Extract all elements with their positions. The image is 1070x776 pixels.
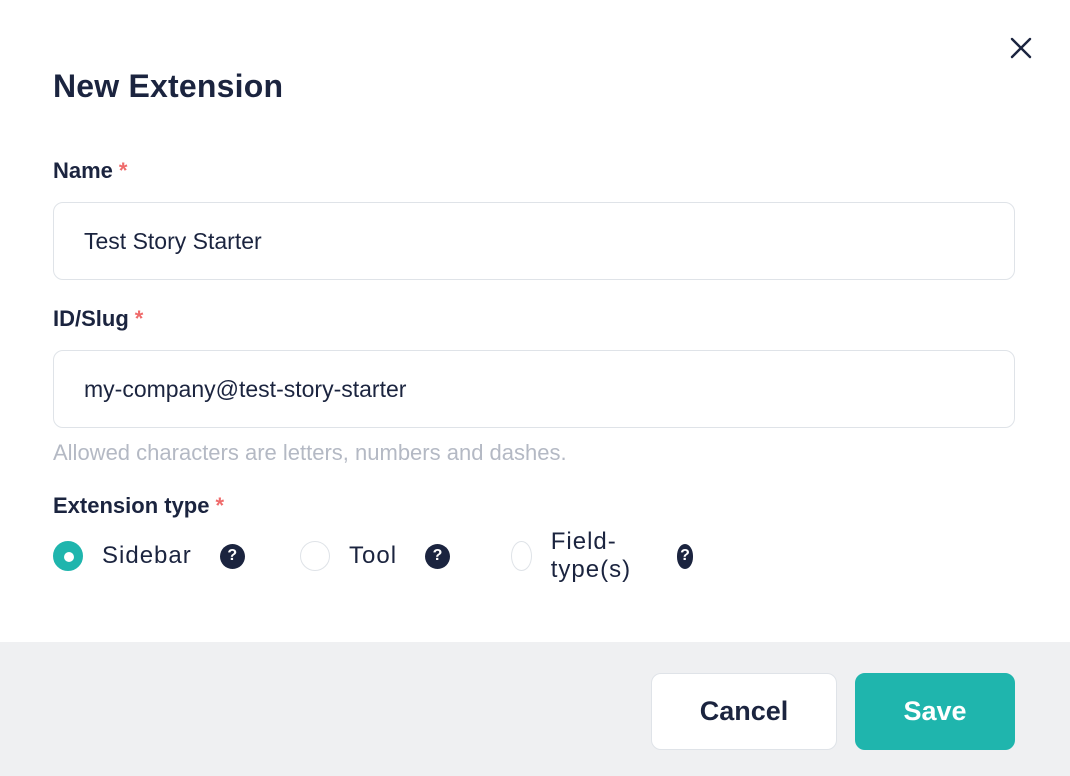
- save-button[interactable]: Save: [855, 673, 1015, 750]
- slug-label-text: ID/Slug: [53, 306, 129, 331]
- close-icon: [1010, 37, 1032, 59]
- name-required-mark: *: [118, 158, 128, 183]
- radio-button-tool[interactable]: [300, 541, 330, 571]
- help-icon[interactable]: ?: [219, 543, 245, 569]
- radio-label-field-types[interactable]: Field-type(s): [551, 528, 649, 584]
- radio-label-tool[interactable]: Tool: [349, 542, 397, 570]
- radio-button-field-types[interactable]: [511, 541, 532, 571]
- name-field[interactable]: [53, 202, 1015, 280]
- help-icon[interactable]: ?: [676, 543, 694, 569]
- extension-type-required-mark: *: [215, 493, 225, 518]
- extension-type-label: Extension type *: [53, 493, 224, 519]
- help-icon[interactable]: ?: [425, 543, 451, 569]
- slug-required-mark: *: [134, 306, 144, 331]
- dialog-footer: Cancel Save: [0, 642, 1070, 776]
- radio-option-sidebar[interactable]: Sidebar ?: [53, 541, 245, 571]
- slug-field[interactable]: [53, 350, 1015, 428]
- radio-option-field-types[interactable]: Field-type(s) ?: [511, 528, 694, 584]
- new-extension-dialog: New Extension Name* ID/Slug* Allowed cha…: [0, 0, 1070, 776]
- slug-input[interactable]: [84, 375, 1014, 403]
- cancel-button[interactable]: Cancel: [651, 673, 837, 750]
- slug-hint: Allowed characters are letters, numbers …: [53, 440, 567, 465]
- radio-option-tool[interactable]: Tool ?: [300, 541, 451, 571]
- extension-type-label-text: Extension type: [53, 493, 210, 518]
- close-button[interactable]: [1005, 32, 1037, 64]
- radio-label-sidebar[interactable]: Sidebar: [102, 542, 192, 570]
- name-label: Name *: [53, 158, 127, 184]
- name-label-text: Name: [53, 158, 113, 183]
- name-input[interactable]: [84, 227, 1014, 255]
- radio-button-sidebar[interactable]: [53, 541, 83, 571]
- slug-label: ID/Slug *: [53, 306, 143, 332]
- dialog-title: New Extension: [53, 68, 284, 104]
